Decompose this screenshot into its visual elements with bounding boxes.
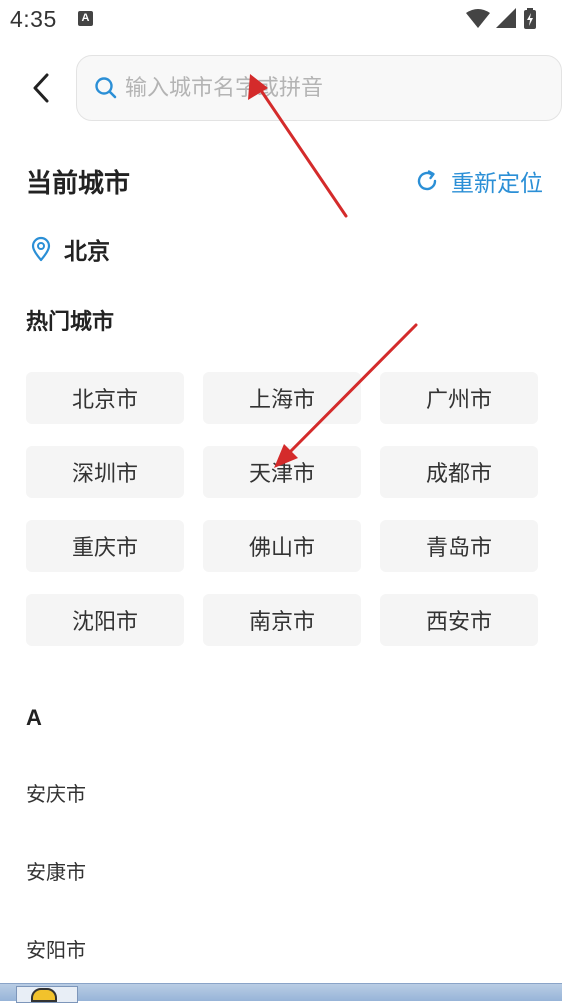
battery-charging-icon — [524, 8, 536, 29]
hot-city-qingdao[interactable]: 青岛市 — [380, 520, 538, 572]
wifi-icon — [466, 9, 490, 28]
search-icon — [95, 77, 117, 99]
current-city-title: 当前城市 — [26, 169, 131, 199]
back-button[interactable] — [24, 71, 58, 105]
signal-icon — [496, 8, 516, 28]
index-letter-header: A — [26, 705, 42, 730]
hot-cities-grid: 北京市 上海市 广州市 深圳市 天津市 成都市 重庆市 佛山市 青岛市 沈阳市 … — [26, 372, 538, 646]
hot-city-shenyang[interactable]: 沈阳市 — [26, 594, 184, 646]
search-box[interactable] — [76, 55, 562, 121]
hot-city-chongqing[interactable]: 重庆市 — [26, 520, 184, 572]
list-item[interactable]: 安庆市 — [26, 753, 536, 831]
current-city-name: 北京 — [64, 239, 110, 265]
relocate-label: 重新定位 — [451, 171, 543, 197]
refresh-icon — [417, 170, 437, 191]
hot-city-shanghai[interactable]: 上海市 — [203, 372, 361, 424]
location-pin-icon — [31, 236, 51, 262]
hot-city-xian[interactable]: 西安市 — [380, 594, 538, 646]
status-bar: 4:35 A — [0, 0, 562, 40]
search-input[interactable] — [125, 66, 545, 110]
relocate-button[interactable]: 重新定位 — [415, 164, 543, 198]
notification-a-icon: A — [78, 11, 93, 26]
hot-city-foshan[interactable]: 佛山市 — [203, 520, 361, 572]
city-list: 安庆市 安康市 安阳市 — [26, 753, 536, 987]
list-item[interactable]: 安阳市 — [26, 909, 536, 987]
status-icons — [466, 8, 548, 30]
list-item[interactable]: 安康市 — [26, 831, 536, 909]
bottom-taskbar — [0, 983, 562, 1003]
hot-city-chengdu[interactable]: 成都市 — [380, 446, 538, 498]
chevron-left-icon — [33, 73, 49, 103]
hot-city-beijing[interactable]: 北京市 — [26, 372, 184, 424]
current-city[interactable]: 北京 — [31, 232, 110, 266]
status-time: 4:35 — [10, 6, 57, 32]
hot-city-tianjin[interactable]: 天津市 — [203, 446, 361, 498]
hot-city-shenzhen[interactable]: 深圳市 — [26, 446, 184, 498]
hot-cities-title: 热门城市 — [26, 310, 115, 335]
hot-city-nanjing[interactable]: 南京市 — [203, 594, 361, 646]
hot-city-guangzhou[interactable]: 广州市 — [380, 372, 538, 424]
